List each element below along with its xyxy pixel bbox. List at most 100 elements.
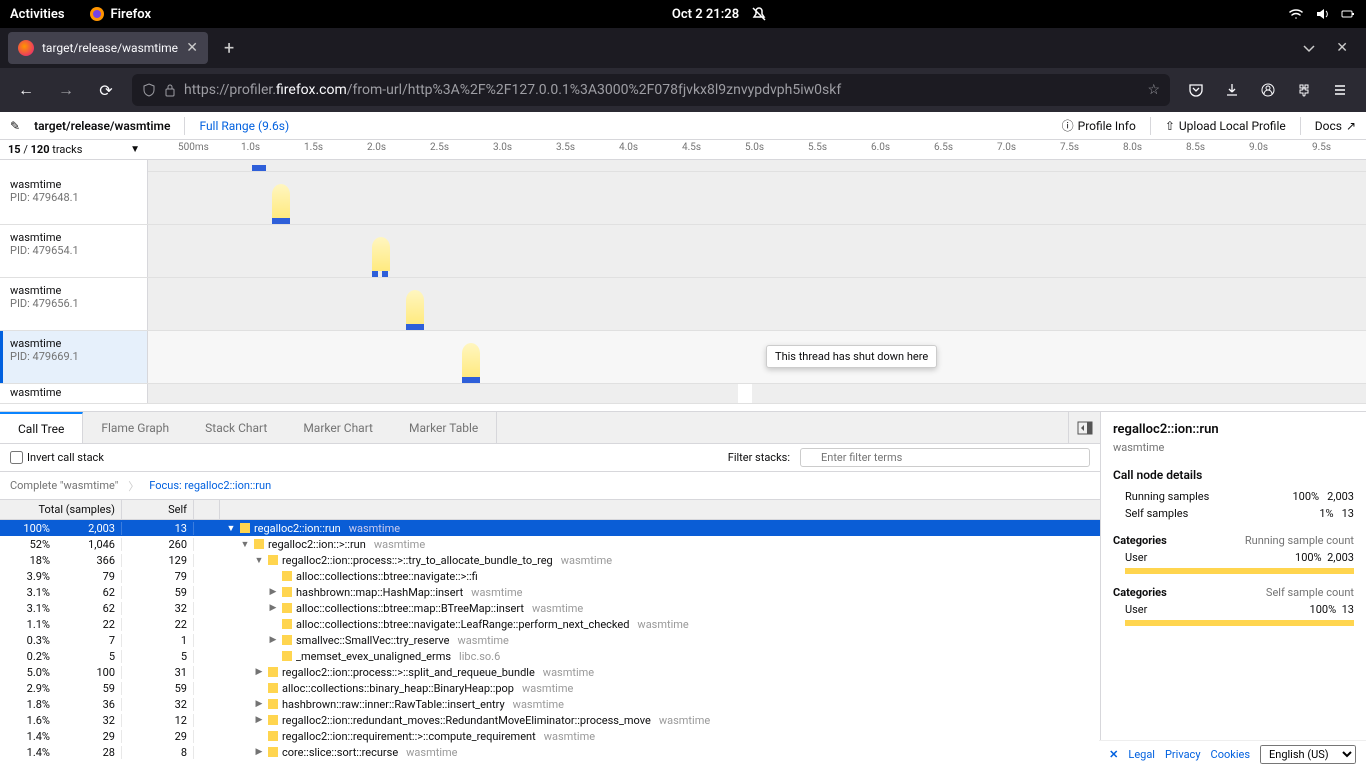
- tree-row[interactable]: 3.1%6259▶hashbrown::map::HashMap::insert…: [0, 584, 1100, 600]
- tree-twisty-icon[interactable]: ▶: [254, 699, 264, 709]
- profile-info-button[interactable]: ⓘ Profile Info: [1062, 117, 1136, 134]
- tree-twisty-icon[interactable]: ▶: [254, 667, 264, 677]
- clock[interactable]: Oct 2 21:28: [672, 7, 739, 22]
- tab-close-icon[interactable]: ✕: [186, 40, 198, 56]
- tree-row[interactable]: 1.4%2929regalloc2::ion::requirement::>::…: [0, 728, 1100, 744]
- track-label[interactable]: wasmtime PID: 479669.1: [0, 331, 148, 383]
- account-icon[interactable]: [1254, 76, 1282, 104]
- col-total[interactable]: Total (samples): [0, 500, 122, 519]
- upload-profile-button[interactable]: ⇧ Upload Local Profile: [1165, 119, 1286, 133]
- battery-icon[interactable]: [1340, 6, 1356, 22]
- docs-link[interactable]: Docs ↗: [1315, 119, 1356, 133]
- tab-marker-chart[interactable]: Marker Chart: [285, 412, 391, 443]
- toggle-sidebar-icon[interactable]: [1068, 412, 1100, 443]
- library-name: wasmtime: [522, 682, 573, 695]
- track-timeline[interactable]: [148, 225, 1366, 277]
- library-name: wasmtime: [458, 634, 509, 647]
- col-self[interactable]: Self: [122, 500, 194, 519]
- track-label[interactable]: wasmtime: [0, 384, 148, 403]
- function-name: regalloc2::ion::>::run: [268, 538, 366, 551]
- upload-icon: ⇧: [1165, 119, 1175, 133]
- chevron-down-icon: ▼: [130, 144, 140, 155]
- tree-twisty-icon[interactable]: ▶: [254, 715, 264, 725]
- track-timeline[interactable]: This thread has shut down here: [148, 331, 1366, 383]
- tree-row[interactable]: 0.2%55_memset_evex_unaligned_ermslibc.so…: [0, 648, 1100, 664]
- privacy-link[interactable]: Privacy: [1165, 748, 1201, 761]
- tree-twisty-icon[interactable]: ▶: [268, 603, 278, 613]
- list-tabs-button[interactable]: [1292, 37, 1326, 59]
- tree-row[interactable]: 3.1%6232▶alloc::collections::btree::map:…: [0, 600, 1100, 616]
- volume-icon[interactable]: [1314, 6, 1330, 22]
- tracks-count-dropdown[interactable]: 15 / 120 tracks ▼: [0, 143, 148, 156]
- tab-stack-chart[interactable]: Stack Chart: [187, 412, 285, 443]
- info-icon: ⓘ: [1062, 117, 1074, 134]
- browser-tab[interactable]: target/release/wasmtime ✕: [8, 32, 208, 64]
- track-label[interactable]: wasmtime PID: 479656.1: [0, 278, 148, 330]
- tree-row[interactable]: 3.9%7979alloc::collections::btree::navig…: [0, 568, 1100, 584]
- tree-twisty-icon[interactable]: ▼: [254, 555, 264, 566]
- tree-twisty-icon[interactable]: ▶: [268, 587, 278, 597]
- ruler-tick: 4.0s: [619, 142, 638, 153]
- category-swatch: [282, 651, 292, 661]
- extensions-icon[interactable]: [1290, 76, 1318, 104]
- track-row[interactable]: wasmtime: [0, 384, 1366, 404]
- reload-button[interactable]: ⟳: [92, 76, 120, 104]
- self-samples-row: Self samples 1%13: [1113, 505, 1354, 522]
- track-row[interactable]: wasmtime PID: 479669.1 This thread has s…: [0, 331, 1366, 384]
- back-button[interactable]: ←: [12, 76, 40, 104]
- downloads-icon[interactable]: [1218, 76, 1246, 104]
- bookmark-star-icon[interactable]: ☆: [1147, 82, 1160, 98]
- tab-call-tree[interactable]: Call Tree: [0, 412, 83, 443]
- tree-row[interactable]: 18%366129▼regalloc2::ion::process::>::tr…: [0, 552, 1100, 568]
- category-swatch: [268, 555, 278, 565]
- invert-call-stack-checkbox[interactable]: Invert call stack: [10, 451, 104, 464]
- activities-button[interactable]: Activities: [10, 7, 65, 22]
- tree-row[interactable]: 100%2,00313▼regalloc2::ion::runwasmtime: [0, 520, 1100, 536]
- close-footer-icon[interactable]: ✕: [1109, 748, 1118, 761]
- tree-twisty-icon[interactable]: ▼: [226, 523, 236, 534]
- tree-row[interactable]: 1.1%2222alloc::collections::btree::navig…: [0, 616, 1100, 632]
- track-timeline[interactable]: [148, 384, 1366, 403]
- track-row[interactable]: wasmtime PID: 479654.1: [0, 225, 1366, 278]
- footer-links: ✕ Legal Privacy Cookies English (US): [1099, 740, 1366, 768]
- tree-row[interactable]: 5.0%10031▶regalloc2::ion::process::>::sp…: [0, 664, 1100, 680]
- notifications-icon[interactable]: [751, 6, 767, 22]
- track-row[interactable]: wasmtime PID: 479648.1: [0, 172, 1366, 225]
- time-range-link[interactable]: Full Range (9.6s): [199, 119, 289, 133]
- active-app[interactable]: Firefox: [89, 6, 152, 22]
- wifi-icon[interactable]: [1288, 6, 1304, 22]
- tree-twisty-icon[interactable]: ▶: [254, 747, 264, 757]
- pocket-icon[interactable]: [1182, 76, 1210, 104]
- hamburger-menu-icon[interactable]: [1326, 76, 1354, 104]
- timeline-ruler[interactable]: 500ms1.0s1.5s2.0s2.5s3.0s3.5s4.0s4.5s5.0…: [148, 140, 1366, 159]
- tab-flame-graph[interactable]: Flame Graph: [83, 412, 187, 443]
- cookies-link[interactable]: Cookies: [1211, 748, 1250, 761]
- tab-marker-table[interactable]: Marker Table: [391, 412, 496, 443]
- edit-icon[interactable]: ✎: [10, 119, 20, 133]
- tree-row[interactable]: 52%1,046260▼regalloc2::ion::>::runwasmti…: [0, 536, 1100, 552]
- url-bar[interactable]: https://profiler.firefox.com/from-url/ht…: [132, 74, 1170, 106]
- breadcrumb-item[interactable]: Complete "wasmtime": [10, 479, 118, 492]
- language-select[interactable]: English (US): [1260, 745, 1356, 764]
- track-label[interactable]: wasmtime PID: 479654.1: [0, 225, 148, 277]
- tree-row[interactable]: 0.3%71▶smallvec::SmallVec::try_reservewa…: [0, 632, 1100, 648]
- tree-row[interactable]: 1.6%3212▶regalloc2::ion::redundant_moves…: [0, 712, 1100, 728]
- new-tab-button[interactable]: +: [214, 34, 244, 63]
- window-close-button[interactable]: ✕: [1326, 36, 1358, 60]
- tree-row[interactable]: 2.9%5959alloc::collections::binary_heap:…: [0, 680, 1100, 696]
- tree-row[interactable]: 1.8%3632▶hashbrown::raw::inner::RawTable…: [0, 696, 1100, 712]
- track-label[interactable]: wasmtime PID: 479648.1: [0, 172, 148, 224]
- tree-row[interactable]: 1.4%288▶core::slice::sort::recursewasmti…: [0, 744, 1100, 760]
- track-row[interactable]: wasmtime PID: 479656.1: [0, 278, 1366, 331]
- legal-link[interactable]: Legal: [1128, 748, 1155, 761]
- breadcrumb-item[interactable]: Focus: regalloc2::ion::run: [149, 479, 271, 492]
- os-top-bar: Activities Firefox Oct 2 21:28: [0, 0, 1366, 28]
- function-name: smallvec::SmallVec::try_reserve: [296, 634, 450, 647]
- tree-twisty-icon[interactable]: ▶: [268, 635, 278, 645]
- filter-stacks-input[interactable]: [800, 448, 1090, 467]
- forward-button[interactable]: →: [52, 76, 80, 104]
- tree-twisty-icon[interactable]: ▼: [240, 539, 250, 550]
- track-timeline[interactable]: [148, 278, 1366, 330]
- library-name: wasmtime: [544, 730, 595, 743]
- track-timeline[interactable]: [148, 172, 1366, 224]
